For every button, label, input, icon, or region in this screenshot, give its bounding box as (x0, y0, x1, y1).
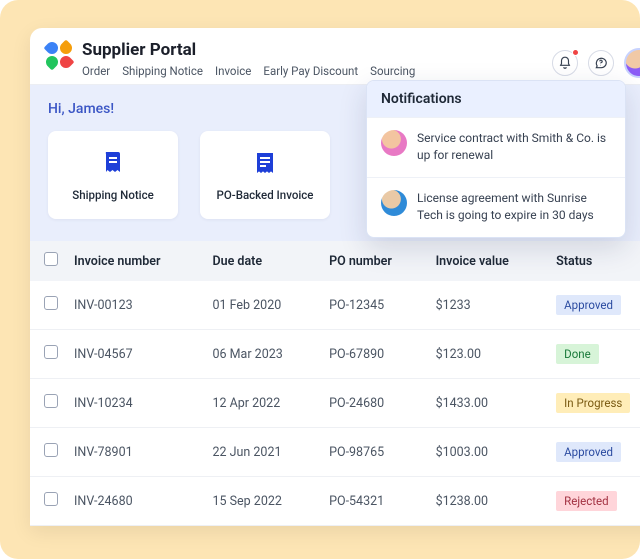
bell-icon (558, 56, 572, 70)
cell-due-date: 06 Mar 2023 (204, 330, 321, 379)
cell-po-number: PO-67890 (321, 330, 428, 379)
cell-invoice-value: $123.00 (428, 330, 549, 379)
cell-due-date: 12 Apr 2022 (204, 379, 321, 428)
cell-invoice-value: $1238.00 (428, 477, 549, 526)
table-row[interactable]: INV-7890122 Jun 2021PO-98765$1003.00 Appr… (30, 428, 640, 477)
notification-item[interactable]: License agreement with Sunrise Tech is g… (367, 177, 625, 237)
cell-due-date: 01 Feb 2020 (204, 281, 321, 330)
cell-po-number: PO-98765 (321, 428, 428, 477)
col-invoice-value[interactable]: Invoice value (428, 241, 549, 281)
notification-text: Service contract with Smith & Co. is up … (417, 130, 611, 165)
status-badge: Done (556, 344, 599, 364)
status-badge: In Progress (556, 393, 630, 413)
row-checkbox[interactable] (44, 394, 58, 408)
invoices-table: Invoice number Due date PO number Invoic… (30, 241, 640, 526)
status-badge: Approved (556, 442, 621, 462)
cell-invoice-number: INV-78901 (66, 428, 204, 477)
cell-due-date: 15 Sep 2022 (204, 477, 321, 526)
cell-po-number: PO-24680 (321, 379, 428, 428)
col-due-date[interactable]: Due date (204, 241, 321, 281)
cell-status: Approved (548, 428, 640, 477)
cell-invoice-value: $1233 (428, 281, 549, 330)
row-checkbox[interactable] (44, 296, 58, 310)
row-checkbox[interactable] (44, 492, 58, 506)
cell-status: Rejected (548, 477, 640, 526)
cell-invoice-value: $1433.00 (428, 379, 549, 428)
row-checkbox[interactable] (44, 345, 58, 359)
notifications-panel: Notifications Service contract with Smit… (366, 80, 626, 238)
cell-invoice-value: $1003.00 (428, 428, 549, 477)
topbar-actions (552, 48, 640, 78)
cell-invoice-number: INV-04567 (66, 330, 204, 379)
select-all-checkbox[interactable] (44, 252, 58, 266)
notifications-title: Notifications (367, 81, 625, 117)
invoice-icon (250, 148, 280, 178)
app-logo (46, 42, 72, 68)
app-title: Supplier Portal (82, 40, 542, 60)
brand-column: Supplier Portal Order Shipping Notice In… (82, 40, 542, 78)
cell-invoice-number: INV-10234 (66, 379, 204, 428)
nav-order[interactable]: Order (82, 64, 110, 78)
topbar: Supplier Portal Order Shipping Notice In… (30, 28, 640, 85)
user-avatar[interactable] (624, 48, 640, 78)
nav-shipping-notice[interactable]: Shipping Notice (122, 64, 203, 78)
table-row[interactable]: INV-1023412 Apr 2022PO-24680$1433.00 In P… (30, 379, 640, 428)
cell-due-date: 22 Jun 2021 (204, 428, 321, 477)
table-header: Invoice number Due date PO number Invoic… (30, 241, 640, 281)
cell-status: In Progress (548, 379, 640, 428)
avatar (381, 190, 407, 216)
help-button[interactable] (588, 50, 614, 76)
tile-po-backed-invoice[interactable]: PO-Backed Invoice (200, 131, 330, 219)
col-invoice-number[interactable]: Invoice number (66, 241, 204, 281)
table-row[interactable]: INV-0012301 Feb 2020PO-12345$1233 Approve… (30, 281, 640, 330)
help-icon (594, 56, 608, 70)
stage: Supplier Portal Order Shipping Notice In… (0, 0, 640, 559)
tile-label: PO-Backed Invoice (217, 188, 314, 202)
tile-shipping-notice[interactable]: Shipping Notice (48, 131, 178, 219)
tile-label: Shipping Notice (72, 188, 154, 202)
cell-status: Approved (548, 281, 640, 330)
table-row[interactable]: INV-2468015 Sep 2022PO-54321$1238.00 Reje… (30, 477, 640, 526)
notification-text: License agreement with Sunrise Tech is g… (417, 190, 611, 225)
cell-invoice-number: INV-24680 (66, 477, 204, 526)
cell-invoice-number: INV-00123 (66, 281, 204, 330)
col-po-number[interactable]: PO number (321, 241, 428, 281)
cell-status: Done (548, 330, 640, 379)
nav-early-pay-discount[interactable]: Early Pay Discount (263, 64, 358, 78)
notifications-button[interactable] (552, 50, 578, 76)
row-checkbox[interactable] (44, 443, 58, 457)
status-badge: Approved (556, 295, 621, 315)
table-body: INV-0012301 Feb 2020PO-12345$1233 Approve… (30, 281, 640, 526)
table-row[interactable]: INV-0456706 Mar 2023PO-67890$123.00 Done (30, 330, 640, 379)
avatar (381, 130, 407, 156)
notification-dot (572, 49, 579, 56)
cell-po-number: PO-54321 (321, 477, 428, 526)
nav-invoice[interactable]: Invoice (215, 64, 251, 78)
notification-item[interactable]: Service contract with Smith & Co. is up … (367, 117, 625, 177)
cell-po-number: PO-12345 (321, 281, 428, 330)
app-window: Supplier Portal Order Shipping Notice In… (30, 28, 640, 526)
nav-sourcing[interactable]: Sourcing (370, 64, 415, 78)
receipt-icon (98, 148, 128, 178)
status-badge: Rejected (556, 491, 616, 511)
main-nav: Order Shipping Notice Invoice Early Pay … (82, 64, 542, 78)
col-status[interactable]: Status (548, 241, 640, 281)
